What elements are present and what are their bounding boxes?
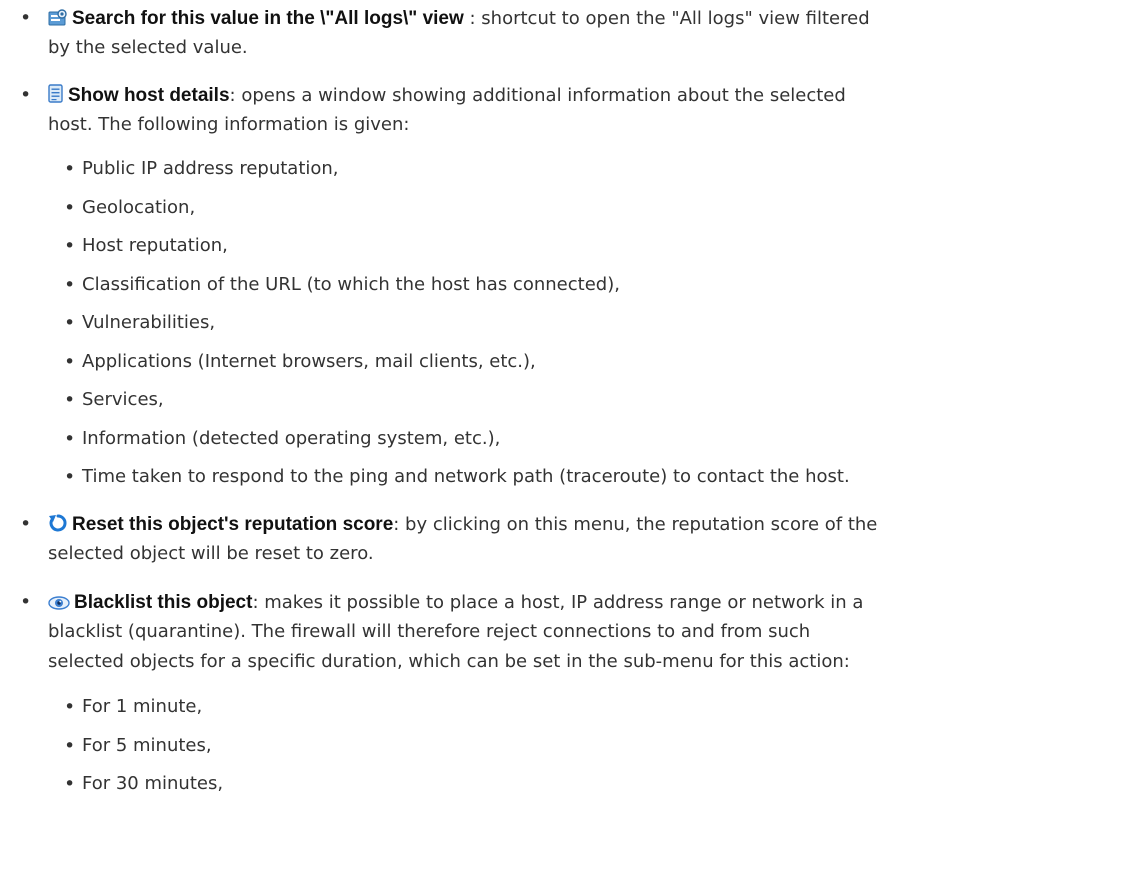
reset-icon — [48, 512, 68, 542]
sub-list-item: Vulnerabilities, — [82, 312, 216, 333]
list-item-search: Search for this value in the \"All logs\… — [48, 3, 870, 36]
list-item-blacklist: Blacklist this object: makes it possible… — [48, 587, 863, 620]
sub-list-item: Applications (Internet browsers, mail cl… — [82, 351, 536, 372]
sub-list-item: For 5 minutes, — [82, 735, 212, 756]
bullet: • — [20, 591, 32, 613]
document-page: • Search for this value in the \"All log… — [0, 0, 1132, 885]
sub-list-item: Public IP address reputation, — [82, 158, 339, 179]
item-description-cont: selected objects for a specific duration… — [48, 651, 850, 672]
sub-bullet: • — [64, 696, 76, 718]
sub-bullet: • — [64, 197, 76, 219]
item-term: Reset this object's reputation score — [72, 514, 394, 535]
search-logs-icon — [48, 6, 68, 36]
sub-bullet: • — [64, 389, 76, 411]
sub-list-item: Host reputation, — [82, 235, 228, 256]
host-details-icon — [48, 83, 64, 113]
item-description: : by clicking on this menu, the reputati… — [393, 514, 878, 535]
sub-bullet: • — [64, 158, 76, 180]
item-term: Show host details — [68, 85, 230, 106]
item-description: : opens a window showing additional info… — [229, 85, 846, 106]
sub-bullet: • — [64, 428, 76, 450]
bullet: • — [20, 84, 32, 106]
sub-bullet: • — [64, 773, 76, 795]
sub-bullet: • — [64, 235, 76, 257]
item-description-cont: host. The following information is given… — [48, 114, 410, 135]
sub-list-item: Classification of the URL (to which the … — [82, 274, 620, 295]
list-item-reset-reputation: Reset this object's reputation score: by… — [48, 509, 877, 542]
sub-bullet: • — [64, 351, 76, 373]
sub-bullet: • — [64, 735, 76, 757]
list-item-host-details: Show host details: opens a window showin… — [48, 80, 846, 113]
bullet: • — [20, 513, 32, 535]
sub-list-item: Time taken to respond to the ping and ne… — [82, 466, 850, 487]
item-description-cont: blacklist (quarantine). The firewall wil… — [48, 621, 811, 642]
sub-bullet: • — [64, 312, 76, 334]
sub-bullet: • — [64, 274, 76, 296]
sub-list-item: Geolocation, — [82, 197, 196, 218]
sub-list-item: Services, — [82, 389, 164, 410]
eye-icon — [48, 590, 70, 620]
item-description: : makes it possible to place a host, IP … — [252, 592, 864, 613]
sub-bullet: • — [64, 466, 76, 488]
item-description-cont: selected object will be reset to zero. — [48, 543, 374, 564]
item-description: : shortcut to open the "All logs" view f… — [463, 8, 870, 29]
sub-list-item: For 1 minute, — [82, 696, 203, 717]
bullet: • — [20, 7, 32, 29]
sub-list-item: For 30 minutes, — [82, 773, 224, 794]
sub-list-item: Information (detected operating system, … — [82, 428, 501, 449]
item-term: Search for this value in the \"All logs\… — [72, 8, 464, 29]
item-term: Blacklist this object — [74, 592, 253, 613]
item-description-cont: by the selected value. — [48, 37, 248, 58]
